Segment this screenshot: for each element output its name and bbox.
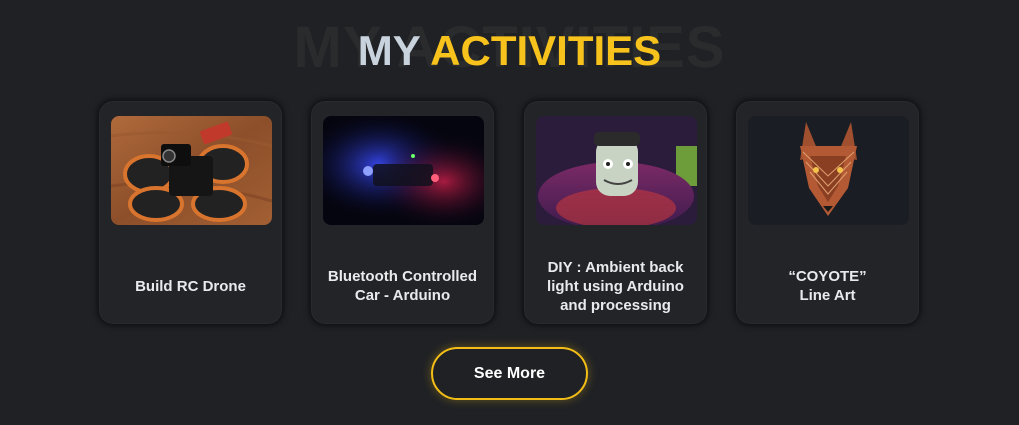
activity-card-rc-drone[interactable]: Build RC Drone <box>99 101 282 324</box>
activity-card-ambient-backlight[interactable]: DIY : Ambient back light using Arduino a… <box>524 101 707 324</box>
bluetooth-car-image <box>323 116 484 225</box>
see-more-button[interactable]: See More <box>431 347 588 400</box>
activity-title: Build RC Drone <box>135 278 246 295</box>
coyote-line-art-image <box>748 116 909 225</box>
ambient-backlight-image <box>536 116 697 225</box>
title-my: MY <box>357 27 421 74</box>
activity-card-bluetooth-car[interactable]: Bluetooth Controlled Car - Arduino <box>311 101 494 324</box>
activity-card-list: Build RC Drone Bluetooth Controlled Car … <box>99 101 929 327</box>
page-title: MY ACTIVITIES <box>0 27 1019 75</box>
activities-section: MY ACTIVITIES MY ACTIVITIES Build RC Dro… <box>0 0 1019 425</box>
activity-title: DIY : Ambient back light using Arduino a… <box>547 259 684 314</box>
rc-drone-image <box>111 116 272 225</box>
activity-card-coyote-line-art[interactable]: “COYOTE” Line Art <box>736 101 919 324</box>
activity-title: Bluetooth Controlled Car - Arduino <box>327 268 478 304</box>
activity-title: “COYOTE” Line Art <box>788 268 867 304</box>
section-heading: MY ACTIVITIES MY ACTIVITIES <box>0 10 1019 90</box>
title-activities: ACTIVITIES <box>430 27 662 74</box>
